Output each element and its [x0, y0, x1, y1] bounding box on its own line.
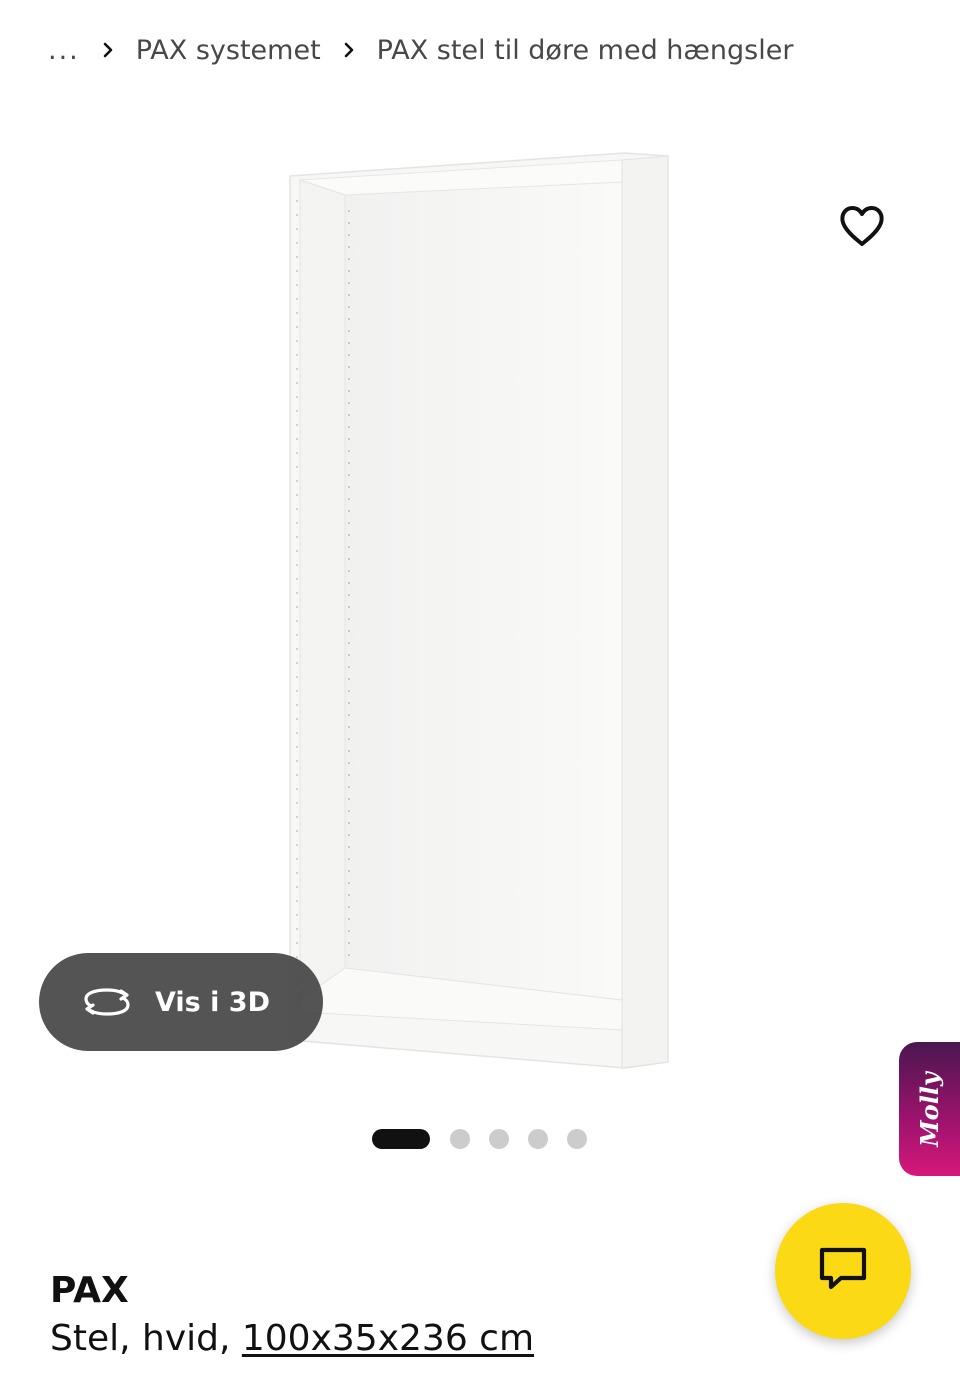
- rotate-3d-icon: [81, 982, 133, 1022]
- heart-outline-icon: [838, 204, 886, 252]
- pagination-dot-3[interactable]: [489, 1129, 509, 1149]
- molly-assistant-tab[interactable]: Molly: [899, 1042, 960, 1176]
- breadcrumb-pax-systemet[interactable]: PAX systemet: [136, 35, 321, 66]
- chevron-right-icon: [102, 41, 114, 59]
- product-description: Stel, hvid, 100x35x236 cm: [50, 1318, 534, 1359]
- chevron-right-icon: [343, 41, 355, 59]
- view-in-3d-button[interactable]: Vis i 3D: [39, 953, 323, 1051]
- breadcrumb: ... PAX systemet PAX stel til døre med h…: [48, 30, 793, 70]
- chat-button[interactable]: [775, 1203, 911, 1339]
- product-dimensions-link[interactable]: 100x35x236 cm: [242, 1318, 534, 1359]
- view-in-3d-label: Vis i 3D: [155, 986, 271, 1018]
- product-type-color: Stel, hvid,: [50, 1318, 242, 1359]
- image-pagination: [372, 1128, 606, 1150]
- pagination-dot-1[interactable]: [372, 1129, 430, 1149]
- pagination-dot-2[interactable]: [450, 1129, 470, 1149]
- molly-label: Molly: [915, 1071, 945, 1147]
- chat-bubble-icon: [817, 1245, 869, 1297]
- pagination-dot-4[interactable]: [528, 1129, 548, 1149]
- product-name: PAX: [50, 1270, 129, 1311]
- pagination-dot-5[interactable]: [567, 1129, 587, 1149]
- breadcrumb-ellipsis[interactable]: ...: [48, 35, 80, 66]
- favorite-button[interactable]: [830, 196, 894, 260]
- breadcrumb-pax-stel[interactable]: PAX stel til døre med hængsler: [377, 35, 794, 66]
